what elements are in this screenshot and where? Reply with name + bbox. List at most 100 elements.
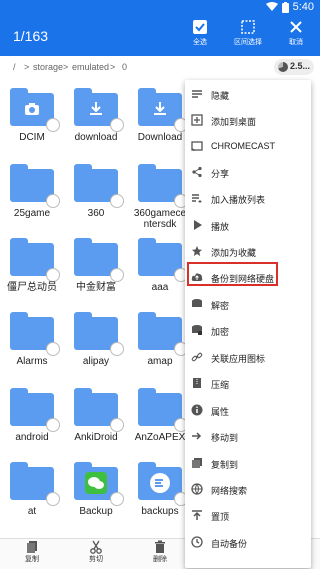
folder-item[interactable]: Alarms xyxy=(0,312,62,382)
checkbox-icon xyxy=(193,20,207,34)
folder-label: Download xyxy=(137,132,183,143)
folder-label: Backup xyxy=(79,506,113,517)
battery-icon xyxy=(281,1,289,13)
select-checkbox[interactable] xyxy=(110,194,124,208)
menu-item-label: 移动到 xyxy=(211,433,239,443)
select-checkbox[interactable] xyxy=(46,194,60,208)
folder-item[interactable]: AnZoAPEX xyxy=(128,388,190,458)
cut-button[interactable]: 剪切 xyxy=(76,540,116,564)
select-checkbox[interactable] xyxy=(46,268,60,282)
folder-item[interactable]: android xyxy=(0,388,62,458)
download-icon xyxy=(90,102,102,115)
menu-item[interactable]: 复制到 xyxy=(185,451,311,476)
menu-item-label: 加密 xyxy=(211,327,230,337)
menu-item-label: 关联应用图标 xyxy=(211,354,266,364)
menu-item[interactable]: 解密 xyxy=(185,292,311,317)
range-select-button[interactable]: 区间选择 xyxy=(226,19,270,47)
menu-item[interactable]: 网络搜索 xyxy=(185,477,311,502)
folder-item[interactable]: 360gamece ntersdk xyxy=(128,164,190,234)
trash-icon xyxy=(155,540,165,553)
status-icons: 5:40 xyxy=(265,1,314,13)
breadcrumb-emulated[interactable]: emulated xyxy=(72,62,109,72)
cancel-label: 取消 xyxy=(289,39,303,46)
folder-item[interactable]: Backup xyxy=(64,462,126,532)
menu-item[interactable]: 添加为收藏 xyxy=(185,239,311,264)
folder-label: alipay xyxy=(82,356,110,367)
folder-item[interactable]: Download xyxy=(128,88,190,158)
select-checkbox[interactable] xyxy=(110,418,124,432)
folder-label: 360 xyxy=(87,208,105,219)
folder-label: backups xyxy=(141,506,179,517)
menu-item-label: 加入播放列表 xyxy=(211,195,266,205)
folder-item[interactable]: download xyxy=(64,88,126,158)
folder-label: 僵尸总动员 xyxy=(7,282,57,293)
info-icon xyxy=(191,404,203,416)
folder-label: AnkiDroid xyxy=(74,432,118,443)
select-all-button[interactable]: 全选 xyxy=(178,19,222,47)
menu-item-label: CHROMECAST xyxy=(211,141,276,151)
folder-item[interactable]: DCIM xyxy=(0,88,62,158)
menu-item[interactable]: 隐藏 xyxy=(185,82,311,107)
menu-item[interactable]: 加入播放列表 xyxy=(185,186,311,211)
add-desktop-icon xyxy=(191,114,203,126)
folder-item[interactable]: aaa xyxy=(128,238,190,308)
menu-item[interactable]: 属性 xyxy=(185,398,311,423)
menu-item[interactable]: 移动到 xyxy=(185,424,311,449)
cancel-button[interactable]: 取消 xyxy=(274,19,318,47)
select-checkbox[interactable] xyxy=(110,342,124,356)
folder-item[interactable]: 360 xyxy=(64,164,126,234)
download-icon xyxy=(154,102,166,115)
folder-item[interactable]: at xyxy=(0,462,62,532)
folder-item[interactable]: 25game xyxy=(0,164,62,234)
folder-item[interactable]: AnkiDroid xyxy=(64,388,126,458)
menu-item[interactable]: 分享 xyxy=(185,160,311,185)
menu-item[interactable]: 加密 xyxy=(185,318,311,343)
menu-item[interactable]: 关联应用图标 xyxy=(185,345,311,370)
app-bar: 1/163 全选 区间选择 取消 xyxy=(0,16,320,56)
folder-label: AnZoAPEX xyxy=(134,432,186,443)
menu-item[interactable]: 自动备份 xyxy=(185,530,311,555)
range-select-label: 区间选择 xyxy=(234,39,262,46)
breadcrumb: / > storage > emulated > 0 xyxy=(0,56,320,78)
menu-item-label: 压缩 xyxy=(211,380,230,390)
menu-item[interactable]: 压缩 xyxy=(185,371,311,396)
folder-item[interactable]: backups xyxy=(128,462,190,532)
select-checkbox[interactable] xyxy=(110,492,124,506)
select-checkbox[interactable] xyxy=(110,118,124,132)
selection-count: 1/163 xyxy=(13,28,49,44)
menu-item[interactable]: CHROMECAST xyxy=(185,134,311,159)
decrypt-icon xyxy=(192,299,202,307)
menu-item[interactable]: 添加到桌面 xyxy=(185,108,311,133)
folder-item[interactable]: alipay xyxy=(64,312,126,382)
auto-backup-icon xyxy=(191,536,203,548)
move-icon xyxy=(192,432,202,440)
menu-item-label: 置顶 xyxy=(211,512,230,522)
folder-label: android xyxy=(15,432,49,443)
menu-item[interactable]: 置顶 xyxy=(185,503,311,528)
select-checkbox[interactable] xyxy=(46,492,60,506)
wifi-icon xyxy=(265,2,278,11)
scissors-icon xyxy=(90,540,102,554)
breadcrumb-root[interactable]: / xyxy=(13,62,16,72)
select-checkbox[interactable] xyxy=(46,418,60,432)
folder-item[interactable]: 中金财富 xyxy=(64,238,126,308)
delete-button[interactable]: 删除 xyxy=(140,540,180,564)
breadcrumb-storage[interactable]: storage xyxy=(33,62,63,72)
select-checkbox[interactable] xyxy=(46,342,60,356)
wechat-icon xyxy=(85,472,107,494)
folder-item[interactable]: 僵尸总动员 xyxy=(0,238,62,308)
storage-chip[interactable]: 2.5... xyxy=(274,59,314,75)
folder-item[interactable]: amap xyxy=(128,312,190,382)
es-icon xyxy=(150,473,170,493)
copy-button[interactable]: 复制 xyxy=(12,540,52,564)
breadcrumb-separator: > xyxy=(110,62,116,72)
breadcrumb-current[interactable]: 0 xyxy=(122,62,127,72)
folder-label: aaa xyxy=(151,282,169,293)
menu-item-label: 自动备份 xyxy=(211,539,248,549)
highlight-box xyxy=(187,262,278,286)
context-menu: 隐藏 添加到桌面 CHROMECAST 分享 加入播放列表 播放 添加为收藏 备份到网络硬盘解… xyxy=(185,80,311,568)
select-checkbox[interactable] xyxy=(110,268,124,282)
menu-item[interactable]: 播放 xyxy=(185,213,311,238)
select-checkbox[interactable] xyxy=(46,118,60,132)
breadcrumb-separator: > xyxy=(24,62,30,72)
